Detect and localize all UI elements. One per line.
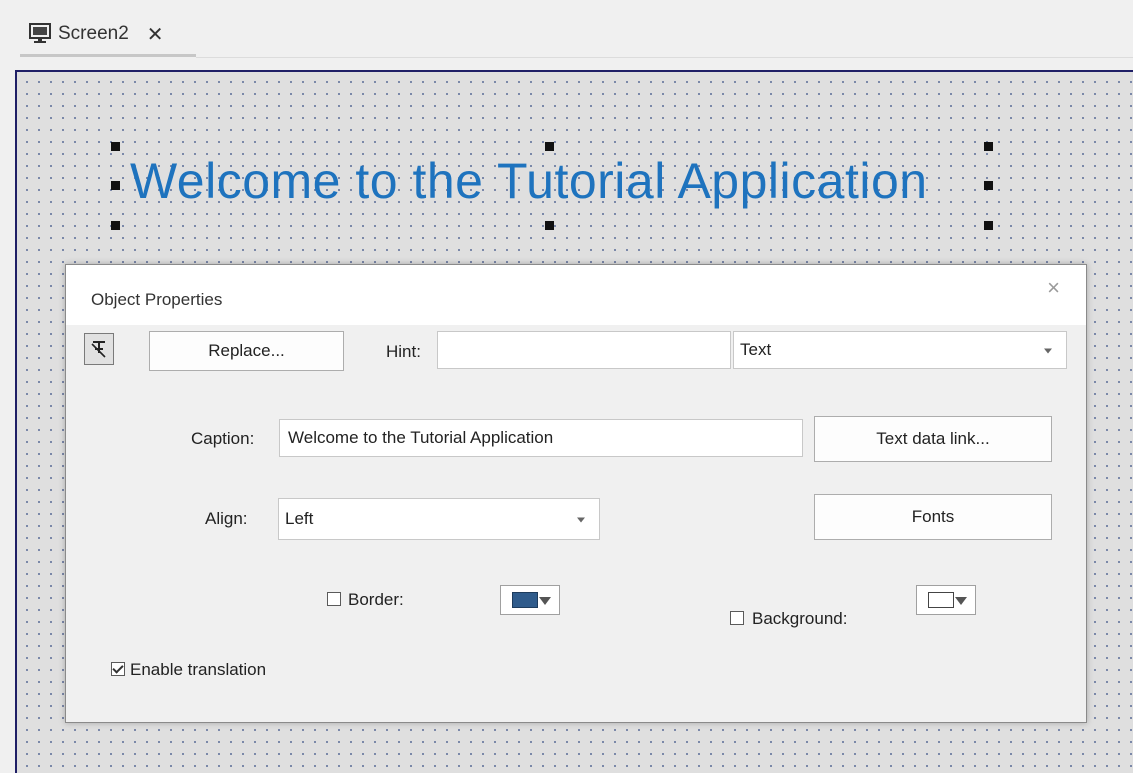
tab-screen2[interactable]: Screen2 ✕	[20, 12, 196, 56]
selection-handle-bottom-middle[interactable]	[545, 221, 554, 230]
object-type-value: Text	[740, 340, 772, 359]
object-type-select[interactable]: Text	[733, 331, 1067, 369]
hint-label: Hint:	[386, 342, 421, 361]
pin-button[interactable]	[84, 333, 114, 365]
border-label: Border:	[348, 590, 404, 609]
background-label: Background:	[752, 609, 848, 628]
chevron-down-icon	[577, 517, 585, 523]
align-value: Left	[285, 509, 314, 528]
selection-handle-top-middle[interactable]	[545, 142, 554, 151]
monitor-icon	[29, 23, 51, 43]
background-checkbox[interactable]	[730, 611, 744, 625]
hint-input[interactable]	[437, 331, 731, 369]
align-select[interactable]: Left	[278, 498, 600, 540]
caret-down-icon	[539, 597, 551, 605]
enable-translation-checkbox[interactable]	[111, 662, 125, 676]
background-color-swatch	[928, 592, 954, 608]
welcome-text-object[interactable]: Welcome to the Tutorial Application	[130, 152, 928, 210]
selection-handle-middle-right[interactable]	[984, 181, 993, 190]
selection-handle-bottom-right[interactable]	[984, 221, 993, 230]
dialog-title: Object Properties	[91, 290, 223, 309]
chevron-down-icon	[1044, 348, 1052, 354]
text-data-link-button[interactable]: Text data link...	[814, 416, 1052, 462]
background-color-picker[interactable]	[916, 585, 976, 615]
tab-label: Screen2	[58, 23, 129, 44]
border-checkbox[interactable]	[327, 592, 341, 606]
pin-icon	[91, 341, 106, 358]
border-color-picker[interactable]	[500, 585, 560, 615]
fonts-button[interactable]: Fonts	[814, 494, 1052, 540]
selection-handle-top-left[interactable]	[111, 142, 120, 151]
enable-translation-label: Enable translation	[130, 660, 267, 679]
replace-button[interactable]: Replace...	[149, 331, 344, 371]
tab-close-icon[interactable]: ✕	[147, 22, 164, 47]
caption-input[interactable]: Welcome to the Tutorial Application	[279, 419, 803, 457]
tab-bar: Screen2 ✕	[0, 0, 1133, 58]
caret-down-icon	[955, 597, 967, 605]
selection-handle-middle-left[interactable]	[111, 181, 120, 190]
selection-handle-bottom-left[interactable]	[111, 221, 120, 230]
close-icon[interactable]: ×	[1047, 275, 1060, 301]
border-color-swatch	[512, 592, 538, 608]
tab-bar-divider	[196, 57, 1133, 58]
align-label: Align:	[205, 509, 248, 528]
tab-active-indicator	[20, 54, 196, 57]
dialog-header: Object Properties ×	[66, 265, 1086, 325]
caption-label: Caption:	[191, 429, 255, 448]
selection-handle-top-right[interactable]	[984, 142, 993, 151]
object-properties-dialog: Object Properties × Replace... Hint: Tex…	[65, 264, 1087, 723]
